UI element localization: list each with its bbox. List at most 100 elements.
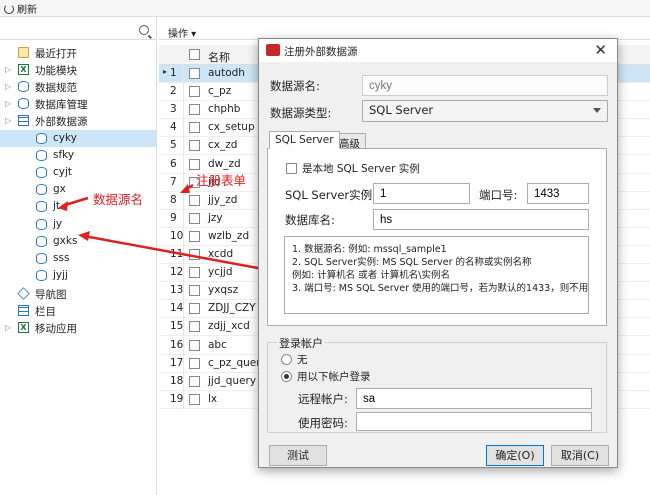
- dialog-title: 注册外部数据源: [284, 46, 358, 58]
- close-icon[interactable]: ✕: [594, 41, 607, 59]
- sidebar-item-label: 数据规范: [35, 82, 77, 94]
- sidebar-item-external-ds[interactable]: ▷ 外部数据源: [0, 112, 157, 129]
- database-icon: [36, 270, 47, 281]
- sidebar-item-columns[interactable]: 栏目: [0, 302, 157, 319]
- test-button[interactable]: 测试: [269, 445, 327, 466]
- sidebar-item-mobile-app[interactable]: ▷ X 移动应用: [0, 319, 157, 336]
- chevron-down-icon: [593, 108, 601, 113]
- row-checkbox[interactable]: [189, 194, 200, 206]
- row-checkbox[interactable]: [189, 321, 200, 333]
- name-column-header[interactable]: 名称: [208, 49, 230, 65]
- row-checkbox[interactable]: [189, 212, 200, 224]
- column-divider: [183, 209, 184, 228]
- row-checkbox[interactable]: [189, 140, 200, 152]
- expand-arrow-icon[interactable]: ▷: [5, 99, 11, 108]
- row-checkbox[interactable]: [189, 230, 200, 242]
- sidebar-item-recent[interactable]: 最近打开: [0, 44, 157, 61]
- expand-arrow-icon[interactable]: ▷: [5, 323, 11, 332]
- row-checkbox[interactable]: [189, 122, 200, 134]
- instance-input[interactable]: [373, 183, 470, 204]
- radio-use-account[interactable]: [281, 371, 292, 382]
- row-checkbox[interactable]: [189, 393, 200, 405]
- row-checkbox[interactable]: [189, 104, 200, 116]
- row-checkbox[interactable]: [189, 339, 200, 351]
- ok-button[interactable]: 确定(O): [486, 445, 544, 466]
- sidebar-item-standards[interactable]: ▷ 数据规范: [0, 78, 157, 95]
- row-number: 9: [170, 211, 177, 224]
- port-input[interactable]: [527, 183, 589, 204]
- row-checkbox[interactable]: [189, 285, 200, 297]
- login-group-title: 登录帐户: [277, 335, 325, 351]
- sidebar: 最近打开 ▷ X 功能模块 ▷ 数据规范 ▷ 数据库管理 ▷ 外部数据源 cyky sfky cyjt g…: [0, 17, 157, 495]
- database-icon: [36, 236, 47, 247]
- row-number: 17: [170, 356, 184, 369]
- sidebar-item-label: 最近打开: [35, 48, 77, 60]
- cancel-button[interactable]: 取消(C): [551, 445, 609, 466]
- sidebar-item-label: cyky: [53, 132, 77, 144]
- row-checkbox[interactable]: [189, 86, 200, 98]
- row-name: xcdd: [208, 248, 234, 260]
- row-number: 16: [170, 338, 184, 351]
- database-icon: [36, 253, 47, 264]
- sidebar-item-db-admin[interactable]: ▷ 数据库管理: [0, 95, 157, 112]
- column-divider: [183, 390, 184, 409]
- dialog-titlebar: 注册外部数据源 ✕: [259, 39, 617, 62]
- expand-arrow-icon[interactable]: ▷: [5, 65, 11, 74]
- sidebar-search[interactable]: [0, 23, 157, 40]
- sidebar-item-gxks[interactable]: gxks: [0, 233, 157, 250]
- tab-sql-server[interactable]: SQL Server: [269, 131, 340, 149]
- row-number: 13: [170, 284, 184, 297]
- sidebar-item-jy[interactable]: jy: [0, 216, 157, 233]
- sidebar-item-navigation[interactable]: 导航图: [0, 285, 157, 302]
- select-all-checkbox[interactable]: [189, 49, 200, 60]
- row-number: 4: [170, 121, 177, 134]
- sidebar-item-cyky[interactable]: cyky: [0, 130, 157, 147]
- sidebar-item-cyjt[interactable]: cyjt: [0, 164, 157, 181]
- annotation-register-table: 注册表单: [196, 173, 247, 188]
- column-divider: [183, 246, 184, 264]
- sidebar-item-label: jt: [53, 200, 61, 212]
- password-label: 使用密码:: [298, 416, 348, 430]
- local-instance-checkbox[interactable]: [286, 163, 297, 174]
- db-name-input[interactable]: [373, 209, 589, 230]
- column-divider: [183, 336, 184, 355]
- grid-icon: [18, 115, 29, 126]
- sidebar-item-sfky[interactable]: sfky: [0, 147, 157, 164]
- sidebar-item-jyjj[interactable]: jyjj: [0, 267, 157, 284]
- row-checkbox[interactable]: [189, 158, 200, 170]
- operations-menu[interactable]: 操作 ▾: [168, 25, 196, 40]
- refresh-label: 刷新: [17, 5, 37, 16]
- top-toolbar: 刷新: [0, 0, 650, 17]
- row-checkbox[interactable]: [189, 357, 200, 369]
- radio-none-label: 无: [297, 354, 308, 366]
- row-checkbox[interactable]: [189, 303, 200, 315]
- radio-none[interactable]: [281, 354, 292, 365]
- expand-arrow-icon[interactable]: ▷: [5, 82, 11, 91]
- database-icon: [36, 184, 47, 195]
- row-number: 3: [170, 103, 177, 116]
- sidebar-item-modules[interactable]: ▷ X 功能模块: [0, 61, 157, 78]
- excel-icon: X: [18, 64, 29, 75]
- row-checkbox[interactable]: [189, 68, 200, 79]
- row-number: 2: [170, 85, 177, 98]
- refresh-button[interactable]: 刷新: [4, 1, 37, 16]
- database-icon: [36, 201, 47, 212]
- ds-name-input[interactable]: [362, 75, 608, 96]
- row-checkbox[interactable]: [189, 267, 200, 279]
- row-number: 15: [170, 320, 184, 333]
- app-logo-icon: [266, 44, 280, 56]
- db-name-label: 数据库名:: [285, 213, 335, 227]
- row-checkbox[interactable]: [189, 375, 200, 387]
- search-icon[interactable]: [139, 25, 149, 35]
- row-number: 11: [170, 248, 184, 260]
- remote-account-input[interactable]: [356, 388, 592, 409]
- ds-type-select[interactable]: SQL Server: [362, 100, 608, 122]
- grid-icon: [18, 305, 29, 316]
- sidebar-item-sss[interactable]: sss: [0, 250, 157, 267]
- login-account-group: 登录帐户 无 用以下帐户登录 远程帐户: 使用密码:: [267, 335, 607, 433]
- row-name: ZDJJ_CZY: [208, 302, 256, 315]
- row-checkbox[interactable]: [189, 249, 200, 260]
- expand-arrow-icon[interactable]: ▷: [5, 116, 11, 125]
- password-input[interactable]: [356, 412, 592, 431]
- ds-type-value: SQL Server: [369, 103, 434, 117]
